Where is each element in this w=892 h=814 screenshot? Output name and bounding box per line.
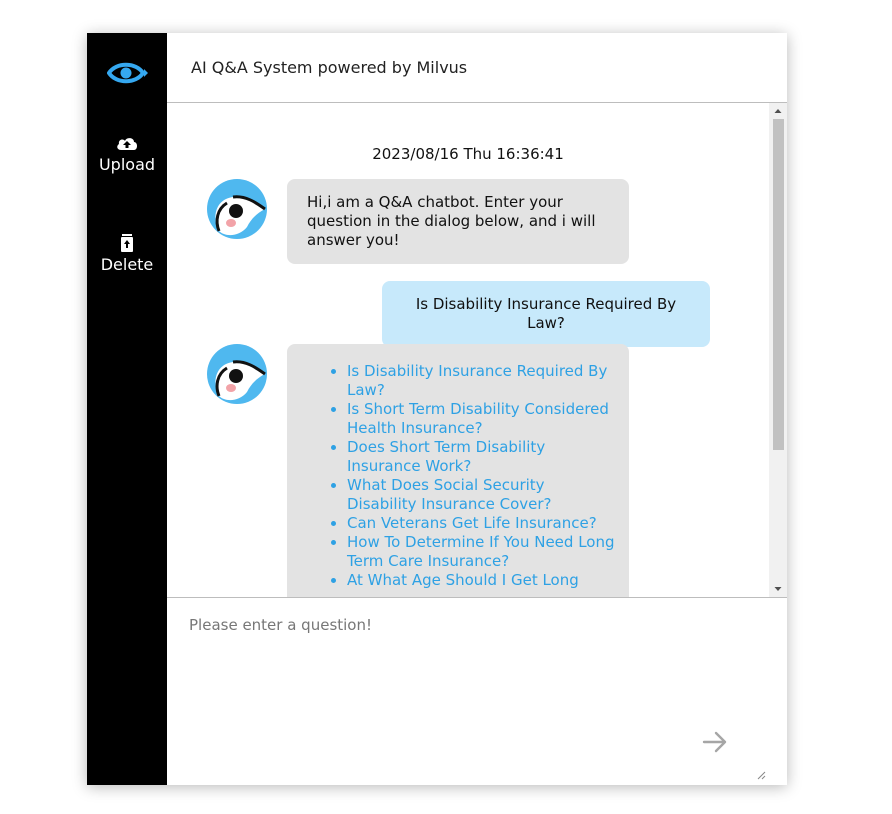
arrow-right-icon[interactable]: [701, 730, 729, 754]
delete-label: Delete: [100, 255, 154, 274]
scroll-down-icon[interactable]: [769, 581, 787, 597]
resize-handle-icon[interactable]: [756, 770, 766, 780]
header: AI Q&A System powered by Milvus: [167, 33, 787, 103]
page-title: AI Q&A System powered by Milvus: [191, 58, 468, 77]
user-message-text: Is Disability Insurance Required By Law?: [415, 295, 677, 332]
bot-avatar-icon: [207, 179, 267, 239]
chat-scrollbar[interactable]: [769, 103, 787, 597]
answer-link[interactable]: What Does Social Security Disability Ins…: [347, 476, 615, 514]
message-timestamp: 2023/08/16 Thu 16:36:41: [372, 145, 564, 163]
user-message: Is Disability Insurance Required By Law?: [382, 281, 710, 347]
app-window: Upload Delete AI Q&A System powered by M…: [87, 33, 787, 785]
delete-button[interactable]: Delete: [87, 233, 167, 274]
main-panel: AI Q&A System powered by Milvus 2023/08/…: [167, 33, 787, 785]
composer: [167, 598, 787, 785]
scroll-up-icon[interactable]: [769, 103, 787, 119]
answer-link[interactable]: Is Disability Insurance Required By Law?: [347, 362, 615, 400]
answer-link[interactable]: How To Determine If You Need Long Term C…: [347, 533, 615, 571]
answer-link[interactable]: Is Short Term Disability Considered Heal…: [347, 400, 615, 438]
answer-link[interactable]: Does Short Term Disability Insurance Wor…: [347, 438, 615, 476]
question-input[interactable]: [189, 616, 749, 766]
bot-answer-list: Is Disability Insurance Required By Law?…: [287, 344, 629, 597]
scroll-thumb[interactable]: [773, 119, 784, 450]
upload-label: Upload: [98, 155, 156, 174]
bot-message-text: Hi,i am a Q&A chatbot. Enter your questi…: [307, 193, 596, 249]
sidebar: Upload Delete: [87, 33, 167, 785]
answer-link[interactable]: At What Age Should I Get Long: [347, 571, 615, 590]
trash-icon: [121, 234, 133, 252]
upload-button[interactable]: Upload: [87, 133, 167, 174]
cloud-upload-icon: [117, 138, 137, 150]
eye-icon[interactable]: [107, 58, 149, 88]
bot-message: Hi,i am a Q&A chatbot. Enter your questi…: [287, 179, 629, 264]
chat-area[interactable]: 2023/08/16 Thu 16:36:41 Hi,i am a Q&A ch…: [167, 103, 787, 598]
bot-avatar-icon: [207, 344, 267, 404]
answer-list: Is Disability Insurance Required By Law?…: [287, 344, 629, 590]
answer-link[interactable]: Can Veterans Get Life Insurance?: [347, 514, 615, 533]
